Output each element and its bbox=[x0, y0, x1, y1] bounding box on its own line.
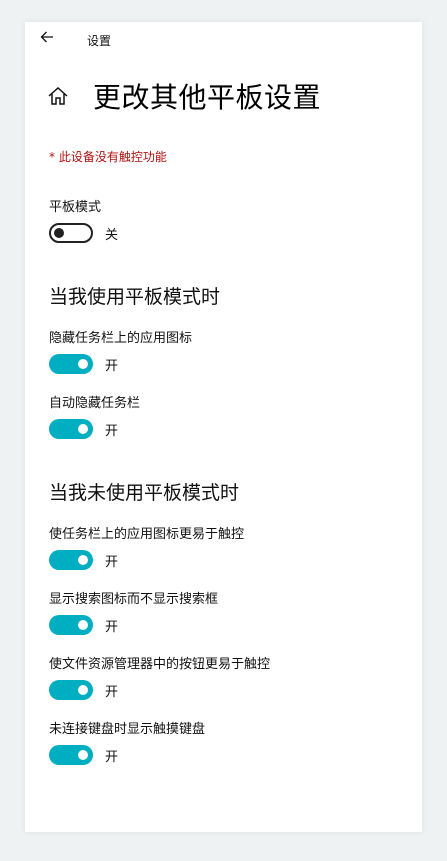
toggle-knob bbox=[78, 424, 88, 434]
setting-label: 自动隐藏任务栏 bbox=[49, 396, 141, 411]
toggle-knob bbox=[78, 359, 88, 369]
tablet-mode-label: 平板模式 bbox=[49, 200, 102, 215]
window-title: 设置 bbox=[87, 34, 112, 48]
setting-row: 开 bbox=[49, 680, 118, 700]
setting-label: 显示搜索图标而不显示搜索框 bbox=[49, 592, 219, 607]
no-touch-warning: * 此设备没有触控功能 bbox=[49, 150, 167, 164]
back-button[interactable] bbox=[39, 29, 61, 49]
tablet-mode-state: 关 bbox=[105, 227, 119, 243]
setting-label: 使文件资源管理器中的按钮更易于触控 bbox=[49, 657, 271, 672]
explorer-touch-buttons-toggle[interactable] bbox=[49, 680, 93, 700]
toggle-knob bbox=[54, 228, 64, 238]
toggle-state: 开 bbox=[105, 619, 119, 635]
title-bar: 设置 bbox=[25, 22, 422, 58]
settings-window: 设置 更改其他平板设置 * 此设备没有触控功能 平板模式 关 当我使用平板模式时… bbox=[25, 22, 422, 832]
setting-row: 开 bbox=[49, 419, 118, 439]
toggle-knob bbox=[78, 685, 88, 695]
section-title-tablet-off: 当我未使用平板模式时 bbox=[49, 482, 240, 504]
setting-label: 隐藏任务栏上的应用图标 bbox=[49, 331, 193, 346]
toggle-knob bbox=[78, 555, 88, 565]
touch-friendly-taskbar-toggle[interactable] bbox=[49, 550, 93, 570]
setting-row: 开 bbox=[49, 550, 118, 570]
hide-app-icons-toggle[interactable] bbox=[49, 354, 93, 374]
section-title-tablet-on: 当我使用平板模式时 bbox=[49, 286, 221, 308]
setting-row: 开 bbox=[49, 745, 118, 765]
toggle-state: 开 bbox=[105, 423, 119, 439]
setting-row: 开 bbox=[49, 354, 118, 374]
home-icon bbox=[48, 86, 68, 105]
toggle-state: 开 bbox=[105, 358, 119, 374]
touch-keyboard-toggle[interactable] bbox=[49, 745, 93, 765]
tablet-mode-toggle[interactable] bbox=[49, 223, 93, 243]
auto-hide-taskbar-toggle[interactable] bbox=[49, 419, 93, 439]
setting-label: 使任务栏上的应用图标更易于触控 bbox=[49, 527, 245, 542]
toggle-knob bbox=[78, 750, 88, 760]
toggle-knob bbox=[78, 620, 88, 630]
setting-row: 开 bbox=[49, 615, 118, 635]
page-header: 更改其他平板设置 bbox=[47, 76, 321, 116]
toggle-state: 开 bbox=[105, 554, 119, 570]
tablet-mode-row: 关 bbox=[49, 223, 118, 243]
back-arrow-icon bbox=[40, 31, 53, 43]
search-icon-instead-toggle[interactable] bbox=[49, 615, 93, 635]
page-title: 更改其他平板设置 bbox=[93, 81, 322, 114]
toggle-state: 开 bbox=[105, 684, 119, 700]
toggle-state: 开 bbox=[105, 749, 119, 765]
setting-label: 未连接键盘时显示触摸键盘 bbox=[49, 722, 206, 737]
